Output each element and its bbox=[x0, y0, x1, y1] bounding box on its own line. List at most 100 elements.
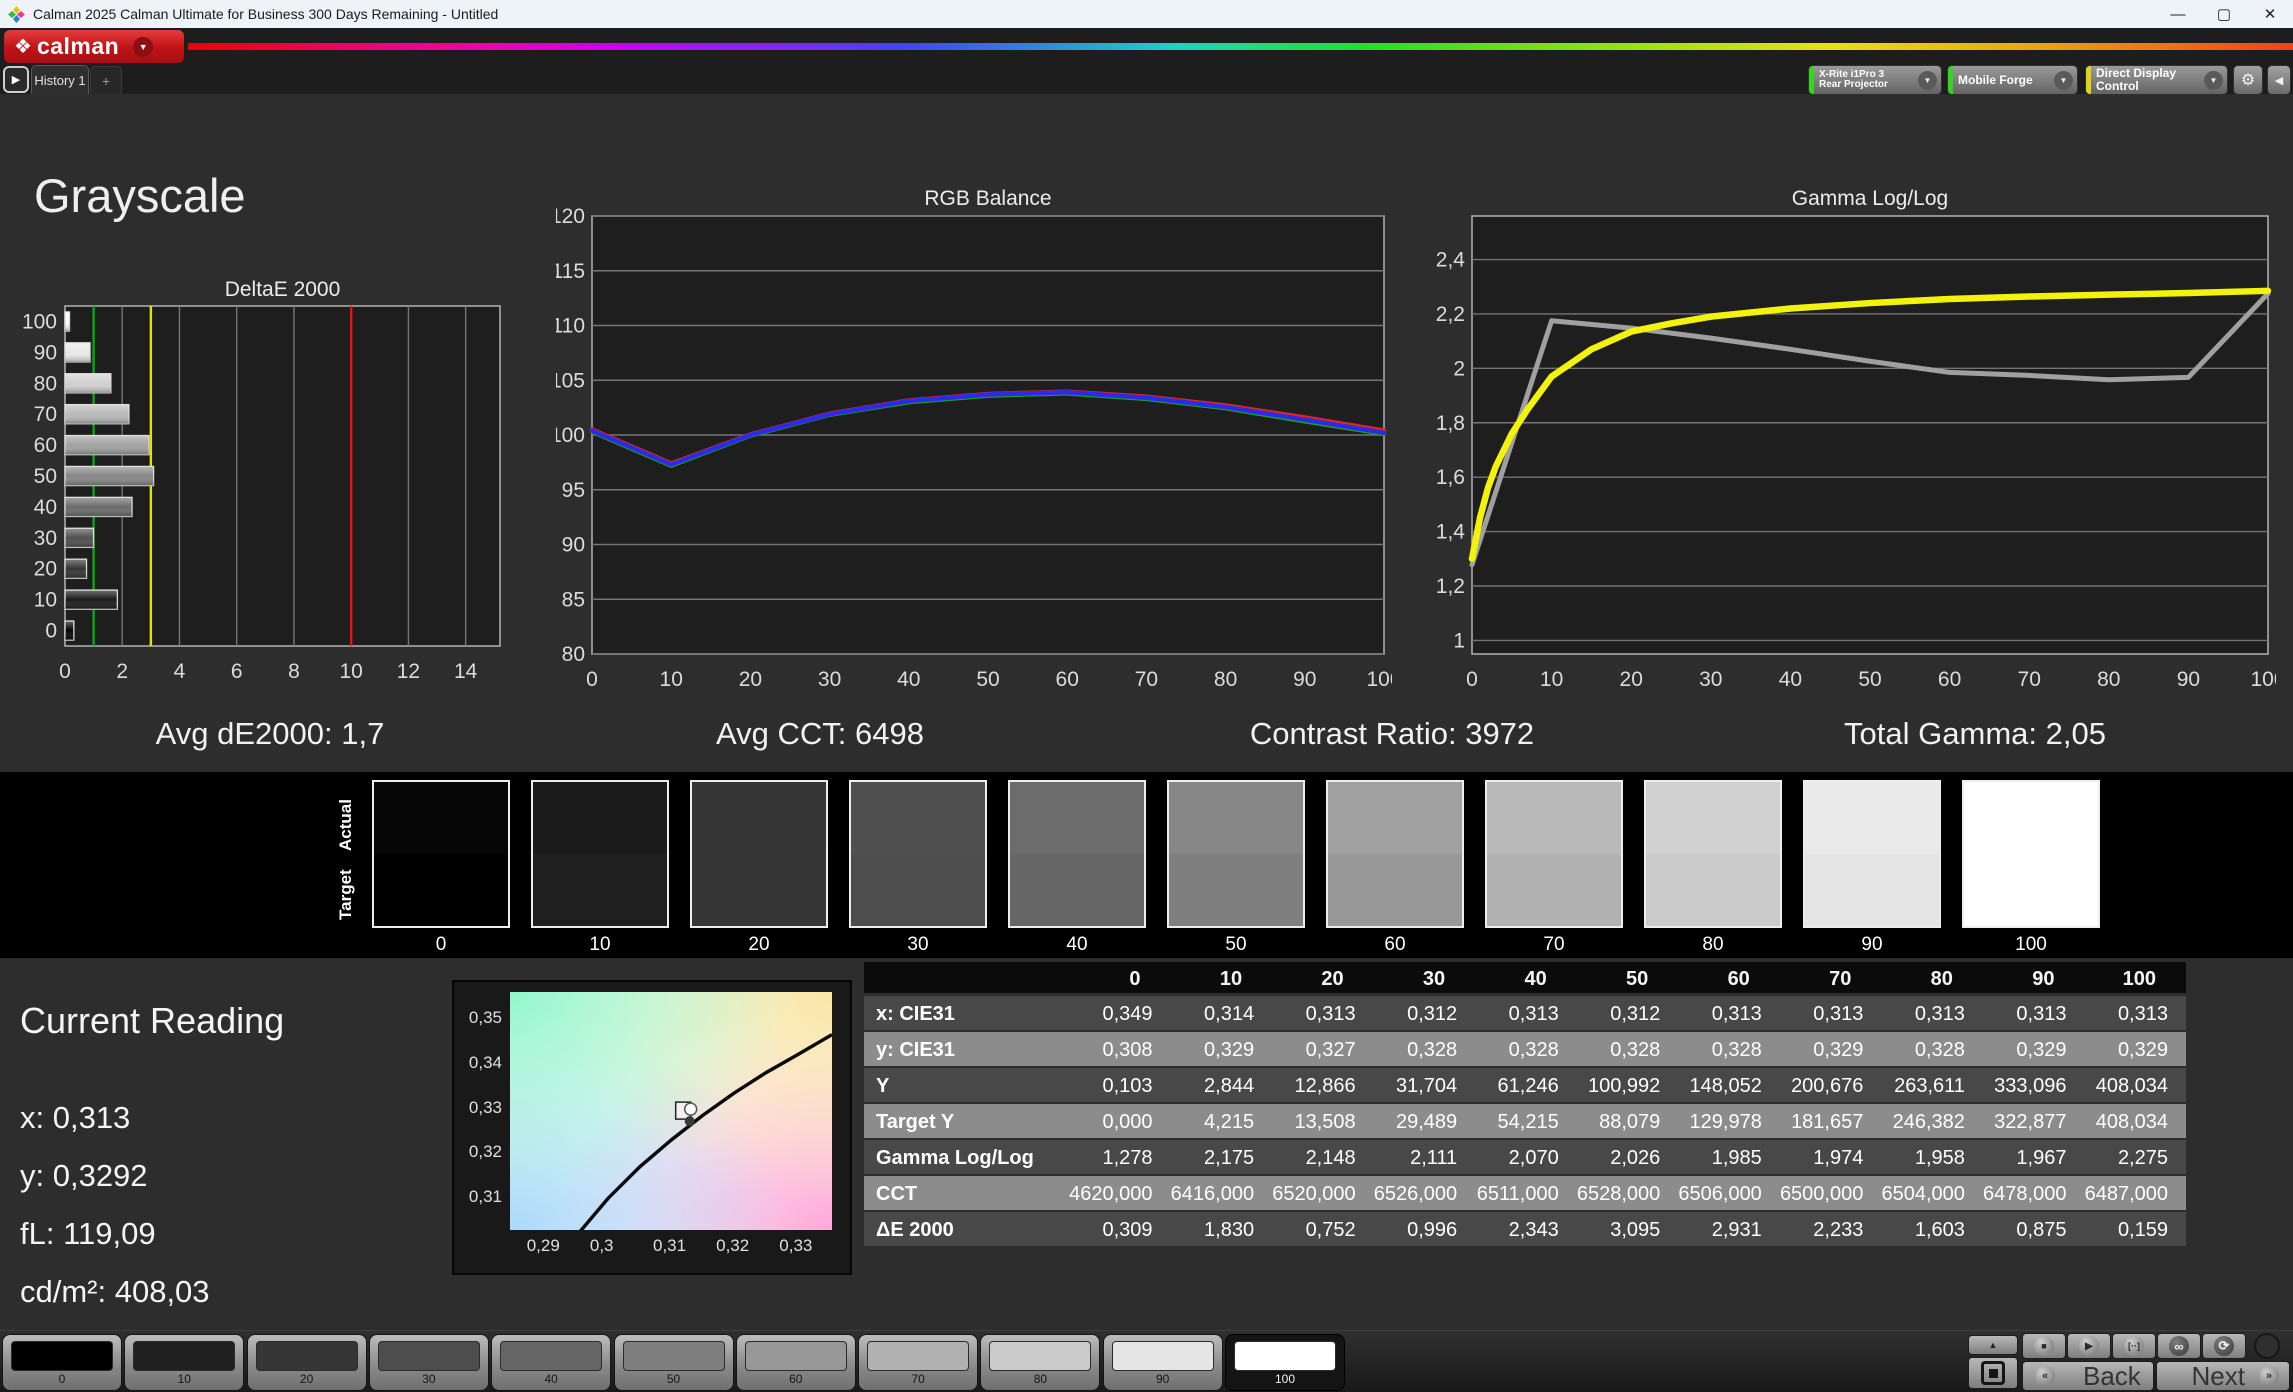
pattern-level-button-30[interactable]: 30 bbox=[368, 1334, 489, 1391]
table-cell-y-cie31-30: 0,328 bbox=[1373, 1032, 1476, 1068]
pattern-level-button-20[interactable]: 20 bbox=[246, 1334, 367, 1391]
table-cell--e-2000-40: 2,343 bbox=[1475, 1212, 1577, 1248]
pattern-level-label: 60 bbox=[789, 1372, 803, 1386]
table-cell-y-cie31-60: 0,328 bbox=[1678, 1032, 1780, 1068]
svg-text:30: 30 bbox=[818, 668, 841, 691]
table-cell-target-y-40: 54,215 bbox=[1475, 1104, 1577, 1140]
collapse-bar-button[interactable]: ▲ bbox=[1968, 1335, 2018, 1355]
stop-button[interactable]: ■ bbox=[2022, 1333, 2066, 1359]
cie-chart-plot bbox=[510, 992, 832, 1230]
step-measure-button[interactable]: [··] bbox=[2112, 1333, 2156, 1359]
table-cell-y-80: 263,611 bbox=[1881, 1068, 1983, 1104]
table-cell--e-2000-30: 0,996 bbox=[1373, 1212, 1476, 1248]
pattern-swatch bbox=[622, 1341, 725, 1371]
rgb-balance-chart: RGB Balance 80 85 90 95 100 105 110 115 120 0 10 20 3… bbox=[550, 186, 1402, 698]
swatch-70 bbox=[1485, 780, 1623, 928]
pattern-level-button-40[interactable]: 40 bbox=[491, 1334, 612, 1391]
table-row-label: Y bbox=[864, 1068, 1069, 1104]
next-button[interactable]: Next » bbox=[2156, 1361, 2290, 1391]
table-col-header-90: 90 bbox=[1982, 962, 2085, 996]
pattern-window-button[interactable] bbox=[1968, 1357, 2018, 1389]
gamma-loglog-chart: Gamma Log/Log 1 1,2 1,4 1,6 1,8 2 2,2 2,4 0 10 20 30… bbox=[1428, 186, 2286, 698]
close-button[interactable]: ✕ bbox=[2247, 0, 2293, 28]
table-cell-target-y-30: 29,489 bbox=[1373, 1104, 1476, 1140]
pattern-level-button-100[interactable]: 100 bbox=[1225, 1334, 1345, 1391]
table-col-header-60: 60 bbox=[1678, 962, 1780, 996]
svg-text:1,6: 1,6 bbox=[1436, 466, 1465, 489]
svg-text:10: 10 bbox=[34, 589, 57, 612]
pattern-level-button-10[interactable]: 10 bbox=[124, 1334, 245, 1391]
cie-y-tick: 0,35 bbox=[468, 1007, 502, 1027]
table-cell-cct-70: 6500,000 bbox=[1779, 1176, 1882, 1212]
cie-x-tick: 0,29 bbox=[526, 1236, 560, 1255]
table-row-label: ΔE 2000 bbox=[864, 1212, 1069, 1248]
pattern-level-button-80[interactable]: 80 bbox=[980, 1334, 1101, 1391]
svg-text:90: 90 bbox=[2177, 668, 2200, 691]
svg-text:4: 4 bbox=[174, 660, 186, 683]
table-col-header-70: 70 bbox=[1779, 962, 1882, 996]
minimize-button[interactable]: — bbox=[2155, 0, 2201, 28]
table-cell--e-2000-0: 0,309 bbox=[1069, 1212, 1171, 1248]
chevron-down-icon: ▼ bbox=[2054, 70, 2073, 90]
swatch-target-30 bbox=[851, 854, 985, 926]
table-cell--e-2000-100: 0,159 bbox=[2084, 1212, 2186, 1248]
table-cell-cct-90: 6478,000 bbox=[1982, 1176, 2085, 1212]
meter-dropdown[interactable]: X-Rite i1Pro 3 Rear Projector ▼ bbox=[1808, 65, 1942, 95]
table-cell-cct-60: 6506,000 bbox=[1678, 1176, 1780, 1212]
maximize-button[interactable]: ▢ bbox=[2201, 0, 2247, 28]
table-row-label: Gamma Log/Log bbox=[864, 1140, 1069, 1176]
pattern-level-button-70[interactable]: 70 bbox=[858, 1334, 979, 1391]
svg-text:6: 6 bbox=[231, 660, 243, 683]
pattern-swatch bbox=[255, 1341, 358, 1371]
grayscale-swatch-band: Actual Target 0 10 20 30 40 50 60 70 80 90 100 bbox=[0, 772, 2293, 958]
page-title: Grayscale bbox=[34, 169, 246, 222]
pattern-source-dropdown[interactable]: Mobile Forge ▼ bbox=[1947, 65, 2078, 95]
calman-menu-button[interactable]: ❖ calman ▼ bbox=[4, 30, 184, 63]
pattern-level-button-60[interactable]: 60 bbox=[735, 1334, 856, 1391]
table-cell-y-30: 31,704 bbox=[1373, 1068, 1476, 1104]
table-cell-y-cie31-10: 0,329 bbox=[1170, 1032, 1273, 1068]
table-cell--e-2000-50: 3,095 bbox=[1576, 1212, 1679, 1248]
tab-history-1[interactable]: History 1 bbox=[31, 65, 89, 94]
chevron-down-icon: ▼ bbox=[2204, 70, 2223, 90]
table-corner-cell bbox=[864, 962, 1069, 996]
brand-band: ❖ calman ▼ bbox=[0, 28, 2293, 65]
play-button[interactable]: ▶ bbox=[2067, 1333, 2111, 1359]
table-col-header-30: 30 bbox=[1373, 962, 1476, 996]
table-cell-gamma-log-log-0: 1,278 bbox=[1069, 1140, 1171, 1176]
reading-cdm2: cd/m²: 408,03 bbox=[20, 1274, 210, 1309]
table-cell-target-y-10: 4,215 bbox=[1170, 1104, 1273, 1140]
continuous-measure-button[interactable]: ∞ bbox=[2157, 1333, 2201, 1359]
swatch-target-0 bbox=[374, 854, 508, 926]
swatch-target-50 bbox=[1169, 854, 1303, 926]
display-control-dropdown[interactable]: Direct Display Control ▼ bbox=[2085, 65, 2228, 95]
swatch-20 bbox=[690, 780, 828, 928]
svg-text:40: 40 bbox=[897, 668, 920, 691]
loop-button[interactable]: ⟳ bbox=[2202, 1333, 2246, 1359]
table-cell-y-10: 2,844 bbox=[1170, 1068, 1273, 1104]
svg-text:14: 14 bbox=[454, 660, 478, 683]
history-panel-toggle-button[interactable]: ▶ bbox=[3, 66, 29, 93]
table-cell-target-y-70: 181,657 bbox=[1779, 1104, 1882, 1140]
back-button[interactable]: « Back bbox=[2022, 1361, 2154, 1391]
pattern-level-button-0[interactable]: 0 bbox=[2, 1334, 122, 1391]
svg-text:1,2: 1,2 bbox=[1436, 575, 1465, 598]
pattern-level-button-90[interactable]: 90 bbox=[1102, 1334, 1223, 1391]
settings-button[interactable]: ⚙ bbox=[2233, 65, 2263, 95]
pattern-level-label: 30 bbox=[422, 1372, 436, 1386]
table-cell-gamma-log-log-80: 1,958 bbox=[1881, 1140, 1983, 1176]
swatch-level-label: 100 bbox=[2015, 934, 2047, 955]
contrast-ratio-value: Contrast Ratio: 3972 bbox=[1249, 716, 1535, 751]
infinity-icon: ∞ bbox=[2169, 1336, 2189, 1356]
loop-icon: ⟳ bbox=[2214, 1336, 2234, 1356]
swatch-target-70 bbox=[1487, 854, 1621, 926]
swatch-100 bbox=[1962, 780, 2100, 928]
table-cell-gamma-log-log-90: 1,967 bbox=[1982, 1140, 2085, 1176]
table-cell-target-y-100: 408,034 bbox=[2084, 1104, 2186, 1140]
collapse-toolbar-button[interactable]: ◀ bbox=[2267, 65, 2291, 95]
add-tab-button[interactable]: + bbox=[90, 66, 122, 94]
table-cell-cct-100: 6487,000 bbox=[2084, 1176, 2186, 1212]
pattern-level-button-50[interactable]: 50 bbox=[613, 1334, 734, 1391]
table-cell-gamma-log-log-60: 1,985 bbox=[1678, 1140, 1780, 1176]
table-cell-y-cie31-20: 0,327 bbox=[1272, 1032, 1374, 1068]
